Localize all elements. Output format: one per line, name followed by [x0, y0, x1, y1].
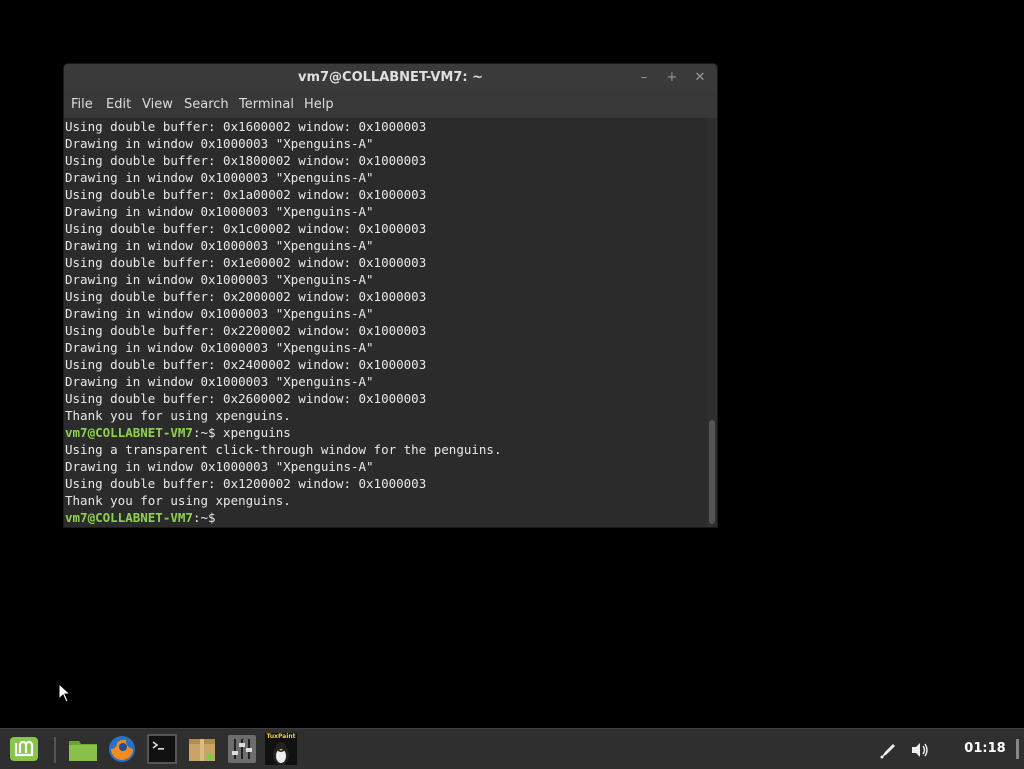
terminal-line-text: Using double buffer: 0x1200002 window: 0… [65, 476, 427, 491]
terminal-line: Using double buffer: 0x1600002 window: 0… [65, 118, 426, 135]
menu-search[interactable]: Search [184, 92, 229, 118]
terminal-line: Using double buffer: 0x1e00002 window: 0… [65, 254, 426, 271]
menu-edit[interactable]: Edit [106, 92, 131, 118]
terminal-line-text: Using double buffer: 0x1800002 window: 0… [65, 153, 427, 168]
terminal-line: Using double buffer: 0x2400002 window: 0… [65, 356, 426, 373]
mint-menu-icon[interactable] [8, 733, 40, 765]
terminal-line: Thank you for using xpenguins. [65, 492, 291, 509]
terminal-line: Drawing in window 0x1000003 "Xpenguins-A… [65, 339, 374, 356]
terminal-line-text: Drawing in window 0x1000003 "Xpenguins-A… [65, 272, 374, 287]
terminal-line: Using a transparent click-through window… [65, 441, 502, 458]
terminal-output[interactable]: Using double buffer: 0x1600002 window: 0… [64, 118, 707, 527]
terminal-line: Using double buffer: 0x1c00002 window: 0… [65, 220, 426, 237]
terminal-line-text: Using double buffer: 0x1a00002 window: 0… [65, 187, 427, 202]
settings-mixer-icon[interactable] [226, 733, 258, 765]
terminal-line-text: Using double buffer: 0x2600002 window: 0… [65, 391, 427, 406]
terminal-line-text: Drawing in window 0x1000003 "Xpenguins-A… [65, 170, 374, 185]
terminal-line-text: :~$ [192, 510, 216, 525]
taskbar: TuxPaint 01:18 [0, 728, 1024, 769]
firefox-icon[interactable] [106, 733, 138, 765]
terminal-line: vm7@COLLABNET-VM7:~$ [65, 509, 216, 526]
terminal-line: Drawing in window 0x1000003 "Xpenguins-A… [65, 271, 374, 288]
terminal-line-text: :~$ xpenguins [192, 425, 291, 440]
terminal-scrollbar[interactable] [707, 118, 717, 527]
terminal-icon[interactable] [146, 733, 178, 765]
terminal-line: Using double buffer: 0x2200002 window: 0… [65, 322, 426, 339]
mouse-pointer-icon [58, 683, 72, 703]
tux-penguin-icon [273, 742, 289, 765]
terminal-line-text: Drawing in window 0x1000003 "Xpenguins-A… [65, 204, 374, 219]
tuxpaint-label: TuxPaint [266, 733, 296, 740]
terminal-line: Drawing in window 0x1000003 "Xpenguins-A… [65, 237, 374, 254]
terminal-line: Drawing in window 0x1000003 "Xpenguins-A… [65, 203, 374, 220]
terminal-line: Thank you for using xpenguins. [65, 407, 291, 424]
terminal-line-text: Drawing in window 0x1000003 "Xpenguins-A… [65, 374, 374, 389]
shell-prompt: vm7@COLLABNET-VM7 [65, 425, 193, 440]
show-desktop-button[interactable] [1016, 739, 1019, 759]
terminal-line: Using double buffer: 0x1a00002 window: 0… [65, 186, 426, 203]
terminal-line-text: Using a transparent click-through window… [65, 442, 502, 457]
tuxpaint-icon[interactable]: TuxPaint [265, 733, 297, 765]
terminal-line-text: Using double buffer: 0x1c00002 window: 0… [65, 221, 427, 236]
close-button[interactable]: ✕ [692, 70, 708, 86]
window-title: vm7@COLLABNET-VM7: ~ [297, 70, 484, 85]
menu-terminal[interactable]: Terminal [239, 92, 294, 118]
menu-help[interactable]: Help [304, 92, 334, 118]
taskbar-separator [54, 737, 56, 763]
terminal-line-text: Drawing in window 0x1000003 "Xpenguins-A… [65, 459, 374, 474]
terminal-line-text: Using double buffer: 0x2400002 window: 0… [65, 357, 427, 372]
network-pen-icon[interactable] [878, 740, 898, 760]
terminal-line-text: Drawing in window 0x1000003 "Xpenguins-A… [65, 340, 374, 355]
terminal-line-text: Drawing in window 0x1000003 "Xpenguins-A… [65, 136, 374, 151]
terminal-line-text: Drawing in window 0x1000003 "Xpenguins-A… [65, 306, 374, 321]
terminal-line: vm7@COLLABNET-VM7:~$ xpenguins [65, 424, 291, 441]
terminal-line: Drawing in window 0x1000003 "Xpenguins-A… [65, 458, 374, 475]
menu-bar: File Edit View Search Terminal Help [64, 92, 717, 118]
terminal-line: Drawing in window 0x1000003 "Xpenguins-A… [65, 169, 374, 186]
volume-icon[interactable] [910, 740, 930, 760]
terminal-line-text: Thank you for using xpenguins. [65, 493, 291, 508]
terminal-line: Using double buffer: 0x2000002 window: 0… [65, 288, 426, 305]
terminal-line-text: Using double buffer: 0x1e00002 window: 0… [65, 255, 427, 270]
terminal-line-text: Thank you for using xpenguins. [65, 408, 291, 423]
terminal-line: Drawing in window 0x1000003 "Xpenguins-A… [65, 305, 374, 322]
window-titlebar[interactable]: vm7@COLLABNET-VM7: ~ – + ✕ [64, 64, 717, 92]
shell-prompt: vm7@COLLABNET-VM7 [65, 510, 193, 525]
terminal-line-text: Drawing in window 0x1000003 "Xpenguins-A… [65, 238, 374, 253]
scrollbar-thumb[interactable] [709, 420, 715, 524]
terminal-line: Using double buffer: 0x1200002 window: 0… [65, 475, 426, 492]
menu-file[interactable]: File [71, 92, 93, 118]
terminal-line-text: Using double buffer: 0x2200002 window: 0… [65, 323, 427, 338]
menu-view[interactable]: View [142, 92, 173, 118]
archive-manager-icon[interactable] [186, 733, 218, 765]
terminal-line: Using double buffer: 0x2600002 window: 0… [65, 390, 426, 407]
clock[interactable]: 01:18 [960, 729, 1010, 769]
minimize-button[interactable]: – [636, 70, 652, 86]
maximize-button[interactable]: + [664, 70, 680, 86]
terminal-line-text: Using double buffer: 0x2000002 window: 0… [65, 289, 427, 304]
terminal-line: Drawing in window 0x1000003 "Xpenguins-A… [65, 135, 374, 152]
terminal-line: Drawing in window 0x1000003 "Xpenguins-A… [65, 373, 374, 390]
terminal-line: Using double buffer: 0x1800002 window: 0… [65, 152, 426, 169]
files-icon[interactable] [67, 733, 99, 765]
terminal-window[interactable]: vm7@COLLABNET-VM7: ~ – + ✕ File Edit Vie… [64, 64, 717, 527]
terminal-line-text: Using double buffer: 0x1600002 window: 0… [65, 119, 427, 134]
